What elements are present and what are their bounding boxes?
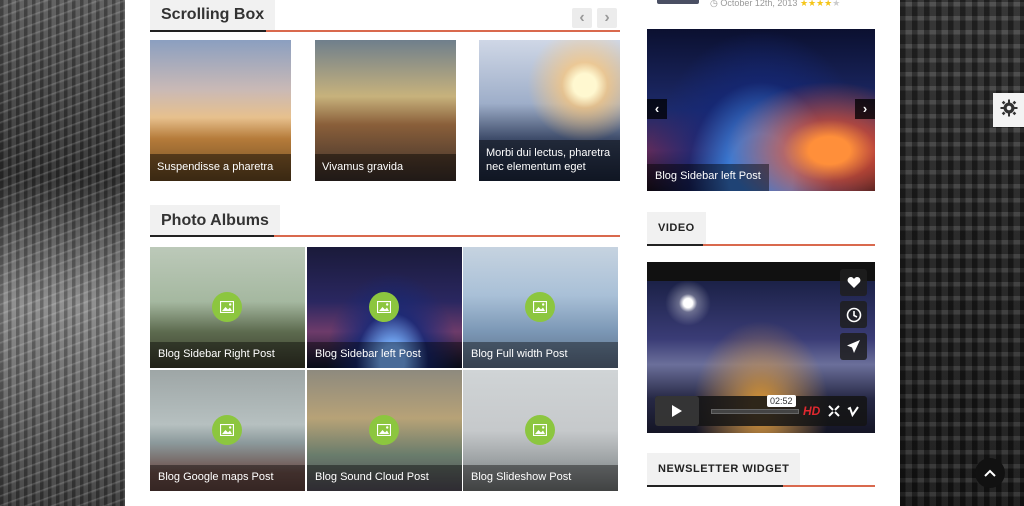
chevron-right-icon: ›	[862, 101, 868, 116]
slider-next-button[interactable]: ›	[855, 99, 875, 119]
header-underline-dark	[150, 30, 266, 32]
album-tile[interactable]: Blog Sidebar left Post	[307, 247, 462, 368]
header-underline-red	[274, 235, 620, 237]
image-icon[interactable]	[525, 292, 555, 322]
newsletter-widget-title: NEWSLETTER WIDGET	[647, 453, 801, 485]
chevron-up-icon	[984, 469, 996, 477]
scroll-card-label: Morbi dui lectus, pharetra nec elementum…	[479, 140, 620, 181]
video-widget-title: VIDEO	[647, 212, 706, 244]
rating-stars: ★★★★	[799, 0, 833, 8]
scroll-card[interactable]: Suspendisse a pharetra	[150, 40, 291, 181]
album-tile-label: Blog Full width Post	[463, 342, 618, 368]
chevron-right-icon: ›	[604, 9, 610, 26]
album-tile[interactable]: Blog Full width Post	[463, 247, 618, 368]
hd-button[interactable]: HD	[803, 404, 820, 418]
settings-button[interactable]	[993, 93, 1024, 127]
header-underline-red	[703, 244, 875, 246]
video-widget-header: VIDEO	[647, 212, 875, 248]
scroll-card-label: Suspendisse a pharetra	[150, 154, 291, 181]
scroll-card-label: Vivamus gravida	[315, 154, 456, 181]
post-date: October 12th, 2013	[720, 0, 798, 8]
album-tile-label: Blog Sidebar left Post	[307, 342, 462, 368]
post-thumbnail[interactable]	[657, 0, 699, 4]
image-icon[interactable]	[525, 415, 555, 445]
album-tile-label: Blog Sound Cloud Post	[307, 465, 462, 491]
scrolling-box-header: Scrolling Box	[150, 0, 620, 36]
gear-icon	[1000, 99, 1018, 122]
like-button[interactable]	[840, 269, 867, 296]
content-page: ◷ October 12th, 2013 ★★★★★ Scrolling Box…	[125, 0, 900, 506]
chevron-left-icon: ‹	[654, 101, 660, 116]
album-tile[interactable]: Blog Google maps Post	[150, 370, 305, 491]
video-player[interactable]: 02:52 HD	[647, 262, 875, 433]
image-icon[interactable]	[369, 292, 399, 322]
watch-later-button[interactable]	[840, 301, 867, 328]
slider-post-label: Blog Sidebar left Post	[647, 164, 769, 191]
image-icon[interactable]	[369, 415, 399, 445]
header-underline-red	[783, 485, 875, 487]
album-tile-label: Blog Slideshow Post	[463, 465, 618, 491]
image-icon[interactable]	[212, 292, 242, 322]
header-underline-red	[266, 30, 620, 32]
scroll-prev-button[interactable]: ‹	[572, 8, 592, 28]
play-button[interactable]	[655, 396, 699, 426]
photo-albums-header: Photo Albums	[150, 205, 620, 241]
header-underline-dark	[150, 235, 274, 237]
sidebar-post-slider[interactable]: ‹ › Blog Sidebar left Post	[647, 29, 875, 191]
right-background	[900, 0, 1024, 506]
rating-empty-star: ★	[832, 0, 841, 8]
album-tile[interactable]: Blog Sound Cloud Post	[307, 370, 462, 491]
newsletter-widget-header: NEWSLETTER WIDGET	[647, 453, 875, 489]
image-icon[interactable]	[212, 415, 242, 445]
vimeo-logo-icon[interactable]	[847, 404, 859, 418]
video-controls: 02:52 HD	[655, 395, 867, 426]
chevron-left-icon: ‹	[579, 9, 585, 26]
scroll-to-top-button[interactable]	[975, 458, 1005, 488]
slider-prev-button[interactable]: ‹	[647, 99, 667, 119]
scroll-card[interactable]: Vivamus gravida	[315, 40, 456, 181]
header-underline-dark	[647, 485, 783, 487]
album-tile[interactable]: Blog Slideshow Post	[463, 370, 618, 491]
photo-albums-title: Photo Albums	[150, 205, 280, 237]
video-progress-bar[interactable]: 02:52	[711, 395, 799, 414]
header-underline-dark	[647, 244, 703, 246]
video-time: 02:52	[767, 395, 796, 407]
album-tile-label: Blog Sidebar Right Post	[150, 342, 305, 368]
album-tile-label: Blog Google maps Post	[150, 465, 305, 491]
post-meta: ◷ October 12th, 2013 ★★★★★	[710, 0, 840, 9]
share-button[interactable]	[840, 333, 867, 360]
clock-icon: ◷	[710, 0, 718, 8]
scrolling-box-title: Scrolling Box	[150, 0, 276, 30]
fullscreen-icon[interactable]	[828, 404, 840, 417]
scroll-next-button[interactable]: ›	[597, 8, 617, 28]
left-background	[0, 0, 125, 506]
scroll-card[interactable]: Morbi dui lectus, pharetra nec elementum…	[479, 40, 620, 181]
album-tile[interactable]: Blog Sidebar Right Post	[150, 247, 305, 368]
